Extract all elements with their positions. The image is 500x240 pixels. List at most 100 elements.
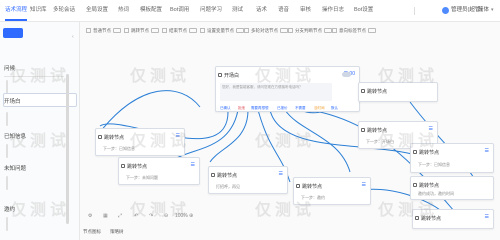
node-title: 跳转节点 bbox=[421, 216, 442, 222]
fit-icon[interactable]: ⤢ bbox=[118, 213, 122, 219]
branch-tag[interactable]: 没时间 bbox=[314, 106, 325, 111]
node-config-button[interactable]: ☰ bbox=[176, 133, 180, 139]
redo-icon[interactable]: ↷ bbox=[149, 213, 153, 219]
node-type-icon bbox=[296, 184, 300, 188]
node-next-step: 邀约成功，邀约时间 bbox=[418, 191, 454, 196]
language-select[interactable]: 简体 bbox=[478, 0, 489, 21]
node-type-icon bbox=[211, 173, 215, 177]
sidebar-item-opening[interactable]: 开场白 bbox=[4, 97, 21, 105]
settings-icon[interactable]: ⚙ bbox=[88, 213, 92, 219]
branch-tag[interactable]: 默认 bbox=[331, 106, 338, 111]
node-next-step: 下一步：未知问题 bbox=[126, 175, 158, 180]
tab-knowledge[interactable]: 知识库 bbox=[30, 0, 47, 21]
top-navigation: 话术流程 知识库 多轮会话 全局设置 热词 模板配置 Bot调用 问题学习 测试… bbox=[0, 0, 500, 22]
sidebar-item-known-info[interactable]: 已知信息 bbox=[4, 132, 26, 140]
legend-branch-label: 策略树 bbox=[110, 229, 124, 234]
tab-review[interactable]: 审核 bbox=[300, 0, 311, 21]
node-next-step: 打招呼，再见 bbox=[216, 184, 240, 189]
node-title: 跳转节点 bbox=[367, 89, 388, 95]
drag-handle[interactable] bbox=[6, 144, 8, 158]
tab-hot-words[interactable]: 热词 bbox=[118, 0, 129, 21]
node-type-icon bbox=[415, 216, 419, 220]
node-title: 跳转节点 bbox=[302, 184, 323, 190]
sidebar-item-unknown-question[interactable]: 未知问题 bbox=[4, 164, 26, 172]
zoom-in-icon[interactable]: ⊕ bbox=[189, 213, 193, 219]
node-config-button[interactable]: ☰ bbox=[191, 162, 195, 168]
sidebar-item-invite[interactable]: 邀约 bbox=[4, 205, 15, 213]
node-config-button[interactable]: ☰ bbox=[485, 214, 489, 220]
branch-tag[interactable]: 不需要 bbox=[295, 106, 306, 111]
node-type-icon bbox=[413, 150, 417, 154]
node-title: 跳转节点 bbox=[217, 173, 238, 179]
collapse-icon[interactable]: ‹ bbox=[72, 34, 74, 40]
branch-tag[interactable]: 已确认 bbox=[220, 106, 231, 111]
jump-node[interactable]: 跳转节点 bbox=[358, 82, 438, 102]
left-panel: ‹ 问候 开场白 已知信息 未知问题 邀约 bbox=[0, 22, 80, 240]
node-content: 您好，我是智能客服，请问您现在方便接听电话吗？ bbox=[220, 83, 332, 101]
tab-operation-log[interactable]: 操作日志 bbox=[322, 0, 344, 21]
drag-handle[interactable] bbox=[6, 112, 8, 126]
nav-divider bbox=[414, 7, 415, 15]
jump-node[interactable]: 跳转节点 ☰ 下一步：已知信息 bbox=[95, 128, 185, 156]
branch-tag[interactable]: 需要再想想 bbox=[251, 106, 269, 111]
branch-tag[interactable]: 已报价 bbox=[277, 106, 288, 111]
start-node-opening[interactable]: 开场白 ☰ 00 您好，我是智能客服，请问您现在方便接听电话吗？ 已确认 拒绝 … bbox=[215, 66, 360, 112]
node-next-step: 下一步：邀约 bbox=[301, 195, 325, 200]
node-config-button[interactable]: ☰ bbox=[485, 148, 489, 154]
chevron-down-icon[interactable]: ▾ bbox=[491, 0, 494, 21]
jump-node[interactable]: 跳转节点 ☰ 打招呼，再见 bbox=[208, 166, 288, 194]
jump-node[interactable]: 跳转节点 ☰ 下一步：邀约 bbox=[293, 177, 371, 205]
scrollbar[interactable] bbox=[66, 74, 69, 224]
avatar[interactable] bbox=[442, 7, 449, 14]
node-title: 跳转节点 bbox=[419, 150, 440, 156]
connection-line bbox=[284, 109, 351, 173]
tab-question-learning[interactable]: 问题学习 bbox=[200, 0, 222, 21]
add-step-button[interactable] bbox=[3, 28, 23, 38]
node-title: 跳转节点 bbox=[127, 164, 148, 170]
divider bbox=[4, 76, 64, 77]
sidebar-item-greeting[interactable]: 问候 bbox=[4, 64, 15, 72]
node-title: 跳转节点 bbox=[367, 128, 388, 134]
node-type-icon bbox=[413, 183, 417, 187]
node-title: 跳转节点 bbox=[419, 183, 440, 189]
zoom-level: 100% bbox=[175, 213, 188, 219]
node-config-button[interactable]: ☰ bbox=[279, 171, 283, 177]
tab-script-flow[interactable]: 话术流程 bbox=[5, 0, 28, 21]
tab-bot-settings[interactable]: Bot设置 bbox=[354, 0, 373, 21]
node-config-button[interactable]: ☰ bbox=[429, 126, 433, 132]
undo-icon[interactable]: ↶ bbox=[134, 213, 138, 219]
branch-tag[interactable]: 拒绝 bbox=[238, 106, 245, 111]
node-type-icon bbox=[98, 135, 102, 139]
node-config-button[interactable]: ☰ bbox=[362, 182, 366, 188]
node-next-step: 下一步：开场白 bbox=[366, 139, 394, 144]
grid-icon[interactable]: ▦ bbox=[103, 213, 108, 219]
tab-test[interactable]: 测试 bbox=[232, 0, 243, 21]
connection-line bbox=[209, 109, 249, 163]
node-next-step: 下一步：已知信息 bbox=[103, 146, 135, 151]
drag-handle[interactable] bbox=[6, 217, 8, 231]
node-type-icon bbox=[121, 164, 125, 168]
jump-node[interactable]: 跳转节点 ☰ bbox=[412, 209, 494, 229]
node-type-icon bbox=[361, 128, 365, 132]
tab-template[interactable]: 模板配置 bbox=[140, 0, 162, 21]
node-title: 跳转节点 bbox=[104, 135, 125, 141]
node-text: 您好，我是智能客服，请问您现在方便接听电话吗？ bbox=[222, 85, 303, 89]
tab-bot-call[interactable]: Bot调用 bbox=[170, 0, 189, 21]
jump-node[interactable]: 跳转节点 ☰ 下一步：未知问题 bbox=[118, 157, 200, 185]
tab-script[interactable]: 话术 bbox=[256, 0, 267, 21]
node-next-step: 下一步：已知信息 bbox=[418, 162, 450, 167]
node-type-icon bbox=[218, 73, 222, 77]
tab-multi-session[interactable]: 多轮会话 bbox=[53, 0, 75, 21]
legend-node-label: 节点图标 bbox=[83, 229, 101, 234]
connection-line bbox=[99, 90, 201, 133]
zoom-out-icon[interactable]: ⊖ bbox=[164, 213, 168, 219]
node-type-icon bbox=[361, 89, 365, 93]
jump-node[interactable]: 跳转节点 ☰ 下一步：已知信息 bbox=[410, 143, 494, 173]
node-toggle[interactable] bbox=[342, 72, 351, 77]
node-title: 开场白 bbox=[224, 73, 240, 79]
drag-handle[interactable] bbox=[6, 80, 8, 94]
jump-node[interactable]: 跳转节点 邀约成功，邀约时间 bbox=[410, 176, 494, 200]
tab-global-settings[interactable]: 全局设置 bbox=[86, 0, 108, 21]
drag-handle[interactable] bbox=[6, 176, 8, 190]
tab-voice[interactable]: 语音 bbox=[278, 0, 289, 21]
